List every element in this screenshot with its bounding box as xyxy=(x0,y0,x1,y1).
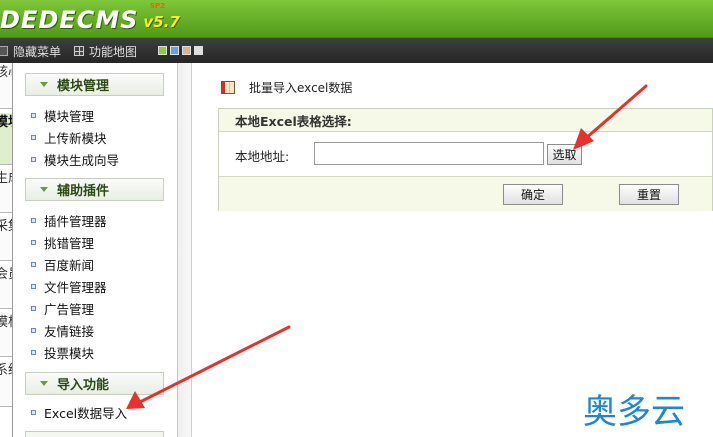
logo-version-tag: SP2 xyxy=(150,2,166,10)
menu-group-module-management[interactable]: 模块管理 xyxy=(25,73,164,96)
menu-item-file-manager[interactable]: 文件管理器 xyxy=(31,276,107,296)
grid-map-icon xyxy=(74,46,84,56)
bullet-icon xyxy=(31,305,36,311)
bullet-icon xyxy=(31,217,36,223)
skin-green[interactable] xyxy=(158,46,167,55)
import-form-panel: 本地Excel表格选择: 本地地址: 选取 确定 重置 xyxy=(218,108,713,211)
menu-group-import[interactable]: 导入功能 xyxy=(25,372,164,395)
menu-item-label: 友情链接 xyxy=(44,323,95,339)
tab-core[interactable]: 核心 xyxy=(0,63,12,109)
menu-group-title: 模块管理 xyxy=(57,79,110,94)
logo-version: v5.7 xyxy=(143,13,180,31)
tab-member-label: 会员 xyxy=(0,267,12,282)
bullet-icon xyxy=(31,327,36,333)
menu-item-vote-module[interactable]: 投票模块 xyxy=(31,342,94,362)
menu-item-label: 广告管理 xyxy=(44,301,95,317)
function-map-button[interactable]: 功能地图 xyxy=(74,38,137,64)
skin-blue[interactable] xyxy=(170,46,179,55)
bullet-icon xyxy=(31,283,36,289)
tab-module[interactable]: 模块 xyxy=(0,113,12,165)
menu-item-module-manage[interactable]: 模块管理 xyxy=(31,105,94,125)
confirm-button[interactable]: 确定 xyxy=(503,184,563,205)
bullet-icon xyxy=(31,156,36,162)
menu-item-label: 模块生成向导 xyxy=(44,152,120,168)
top-toolbar: 隐藏菜单 功能地图 xyxy=(0,37,713,63)
tab-core-label: 核心 xyxy=(0,65,12,80)
bullet-icon xyxy=(31,349,36,355)
menu-item-label: 百度新闻 xyxy=(44,257,95,273)
collapse-arrow-icon xyxy=(40,381,48,386)
menu-item-baidu-news[interactable]: 百度新闻 xyxy=(31,254,94,274)
tab-template[interactable]: 模板 xyxy=(0,313,12,357)
menu-item-label: 文件管理器 xyxy=(44,279,107,295)
category-tab-column: 核心 模块 生成 采集 会员 模板 系统 xyxy=(0,63,13,437)
menu-item-friend-links[interactable]: 友情链接 xyxy=(31,320,94,340)
menu-item-label: 插件管理器 xyxy=(44,213,107,229)
bullet-icon xyxy=(31,261,36,267)
menu-item-error-manage[interactable]: 挑错管理 xyxy=(31,232,94,252)
left-menu: 模块管理 模块管理 上传新模块 模块生成向导 辅助插件 插件管理器 挑错管理 百… xyxy=(13,63,178,437)
collapse-arrow-icon xyxy=(40,187,48,192)
skin-switcher xyxy=(158,46,203,55)
tab-module-label: 模块 xyxy=(0,115,12,130)
section-title: 本地Excel表格选择: xyxy=(235,113,352,129)
tab-generate-label: 生成 xyxy=(0,171,12,186)
menu-item-plugin-manager[interactable]: 插件管理器 xyxy=(31,210,107,230)
reset-button[interactable]: 重置 xyxy=(619,184,679,205)
tab-collect[interactable]: 采集 xyxy=(0,217,12,261)
menu-item-excel-import[interactable]: Excel数据导入 xyxy=(31,402,127,422)
tab-member[interactable]: 会员 xyxy=(0,265,12,309)
form-actions: 确定 重置 xyxy=(219,176,712,211)
browse-button[interactable]: 选取 xyxy=(547,144,582,165)
skin-gray[interactable] xyxy=(194,46,203,55)
page-title: 批量导入excel数据 xyxy=(221,78,352,96)
bullet-icon xyxy=(31,134,36,140)
menu-item-label: 投票模块 xyxy=(44,345,95,361)
menu-group-title: 辅助插件 xyxy=(57,184,110,199)
menu-item-module-wizard[interactable]: 模块生成向导 xyxy=(31,149,119,169)
tab-template-label: 模板 xyxy=(0,315,12,330)
path-label: 本地地址: xyxy=(235,149,290,164)
menu-item-label: 挑错管理 xyxy=(44,235,95,251)
hide-menu-label: 隐藏菜单 xyxy=(13,44,62,59)
menu-group-plugins[interactable]: 辅助插件 xyxy=(25,178,164,201)
tab-system[interactable]: 系统 xyxy=(0,361,12,407)
menu-item-label: 模块管理 xyxy=(44,108,95,124)
logo-text: DEDECMS xyxy=(0,6,139,34)
hide-menu-button[interactable]: 隐藏菜单 xyxy=(0,38,61,64)
collapse-arrow-icon xyxy=(40,82,48,87)
hide-menu-icon xyxy=(0,46,8,56)
function-map-label: 功能地图 xyxy=(89,44,138,59)
page-title-text: 批量导入excel数据 xyxy=(249,80,353,95)
tab-collect-label: 采集 xyxy=(0,219,12,234)
app-header: DEDECMS v5.7 SP2 xyxy=(0,0,713,37)
bullet-icon xyxy=(31,239,36,245)
menu-group-partial xyxy=(25,431,164,437)
menu-item-label: 上传新模块 xyxy=(44,130,107,146)
menu-item-label: Excel数据导入 xyxy=(44,405,128,421)
menu-group-title: 导入功能 xyxy=(57,378,110,393)
tab-system-label: 系统 xyxy=(0,363,12,378)
tab-generate[interactable]: 生成 xyxy=(0,169,12,213)
menu-splitter[interactable] xyxy=(178,63,192,437)
section-header: 本地Excel表格选择: xyxy=(219,109,712,132)
menu-item-upload-module[interactable]: 上传新模块 xyxy=(31,127,107,147)
watermark-text: 奥多云 xyxy=(583,392,685,432)
local-path-input[interactable] xyxy=(314,142,544,165)
bullet-icon xyxy=(31,112,36,118)
skin-tan[interactable] xyxy=(182,46,191,55)
bullet-icon xyxy=(31,409,36,415)
menu-item-ad-manage[interactable]: 广告管理 xyxy=(31,298,94,318)
book-icon xyxy=(221,80,235,94)
